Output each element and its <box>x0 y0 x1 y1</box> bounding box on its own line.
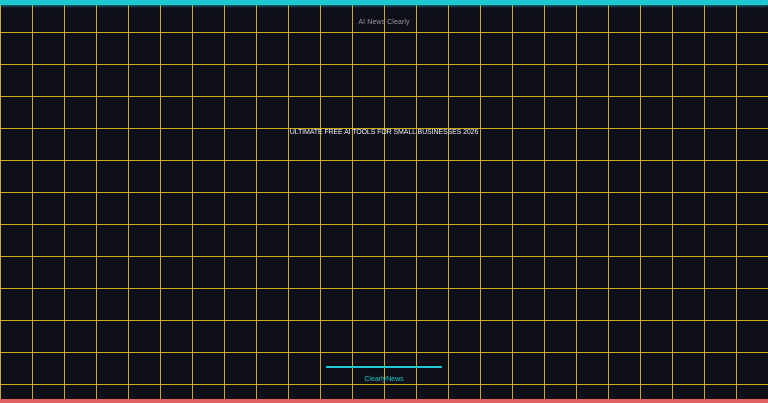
bottom-accent-bar <box>0 399 768 403</box>
brand-name: ClearlyNews <box>364 376 404 383</box>
site-name: AI News Clearly <box>358 19 410 26</box>
headline: ULTIMATE FREE AI TOOLS FOR SMALL BUSINES… <box>289 129 479 136</box>
divider-line <box>326 366 442 368</box>
banner: AI News Clearly ULTIMATE FREE AI TOOLS F… <box>0 0 768 403</box>
top-accent-bar <box>0 0 768 5</box>
